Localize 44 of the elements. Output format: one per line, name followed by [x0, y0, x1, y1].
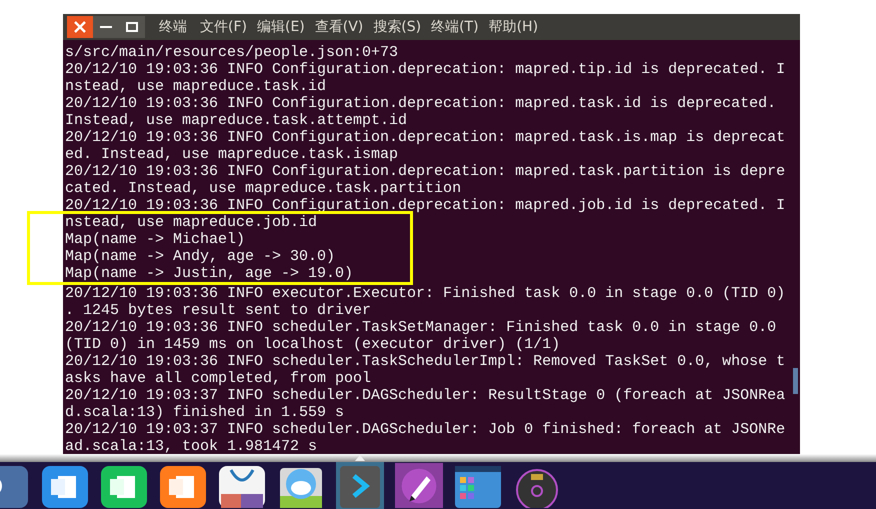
close-button[interactable] [67, 16, 93, 38]
terminal-line: 20/12/10 19:03:36 INFO Configuration.deprecation: mapred.job.id is deprecated. I [65, 197, 786, 214]
terminal-line: asks have all completed, from pool [65, 370, 372, 387]
menu-item[interactable]: 文件(F) [195, 18, 252, 36]
terminal-line: s/src/main/resources/people.json:0+73 [65, 44, 400, 61]
terminal-line: 20/12/10 19:03:36 INFO Configuration.deprecation: mapred.task.partition is depre [65, 163, 786, 180]
maximize-icon [126, 22, 138, 32]
terminal-line: Map(name -> Andy, age -> 30.0) [65, 248, 336, 265]
menu-item[interactable]: 编辑(E) [252, 18, 310, 36]
chevron-icon [338, 464, 382, 508]
document-icon [42, 464, 88, 508]
terminal-line: Map(name -> Michael) [65, 231, 246, 248]
terminal-line: . 1245 bytes result sent to driver [65, 302, 372, 319]
menu-item[interactable]: 帮助(H) [484, 18, 544, 36]
app-title: 终端 [159, 18, 187, 36]
terminal-line: Map(name -> Justin, age -> 19.0) [65, 265, 354, 282]
terminal-line: 20/12/10 19:03:36 INFO scheduler.TaskSchedulerImpl: Removed TaskSet 0.0, whose t [65, 353, 786, 370]
close-icon [74, 21, 86, 33]
terminal-line: 20/12/10 19:03:36 INFO executor.Executor: Finished task 0.0 in stage 0.0 (TID 0) [65, 285, 786, 302]
terminal-line: 20/12/10 19:03:36 INFO scheduler.TaskSetManager: Finished task 0.0 in stage 0.0 [65, 319, 778, 336]
pencil-icon [395, 462, 443, 509]
terminal-line: ed. Instead, use mapreduce.task.ismap [65, 146, 400, 163]
terminal-line: nstead, use mapreduce.task.id [65, 78, 328, 95]
app-grid-icon [455, 464, 501, 508]
menu-item[interactable]: 查看(V) [310, 18, 368, 36]
terminal-line: Instead, use mapreduce.task.attempt.id [65, 112, 408, 129]
terminal-line: cated. Instead, use mapreduce.task.partition [65, 180, 462, 197]
terminal-line: 20/12/10 19:03:36 INFO Configuration.deprecation: mapred.tip.id is deprecated. I [65, 61, 786, 78]
terminal-line: (TID 0) in 1459 ms on localhost (executor driver) (1/1) [65, 336, 562, 353]
terminal-line: ad.scala:13, took 1.981472 s [65, 438, 318, 455]
scrollbar-thumb[interactable] [793, 368, 798, 394]
terminal-line: 20/12/10 19:03:36 INFO Configuration.deprecation: mapred.task.is.map is deprecat [65, 129, 786, 146]
menu-item[interactable]: 终端(T) [426, 18, 484, 36]
spreadsheet-icon [101, 464, 147, 508]
taskbar-app[interactable] [395, 462, 443, 509]
terminal-line: d.scala:13) finished in 1.559 s [65, 404, 346, 421]
terminal-line: 20/12/10 19:03:37 INFO scheduler.DAGScheduler: ResultStage 0 (foreach at JSONRea [65, 387, 786, 404]
menu-item[interactable]: 搜索(S) [368, 18, 426, 36]
presentation-icon [160, 464, 206, 508]
shopping-bag-icon [219, 464, 265, 508]
terminal-line: nstead, use mapreduce.job.id [65, 214, 318, 231]
terminal-line: 20/12/10 19:03:36 INFO Configuration.deprecation: mapred.task.id is deprecated. [65, 95, 778, 112]
minimize-icon [100, 26, 112, 28]
terminal-line: 20/12/10 19:03:37 INFO scheduler.DAGScheduler: Job 0 finished: foreach at JSONRe [65, 421, 786, 438]
